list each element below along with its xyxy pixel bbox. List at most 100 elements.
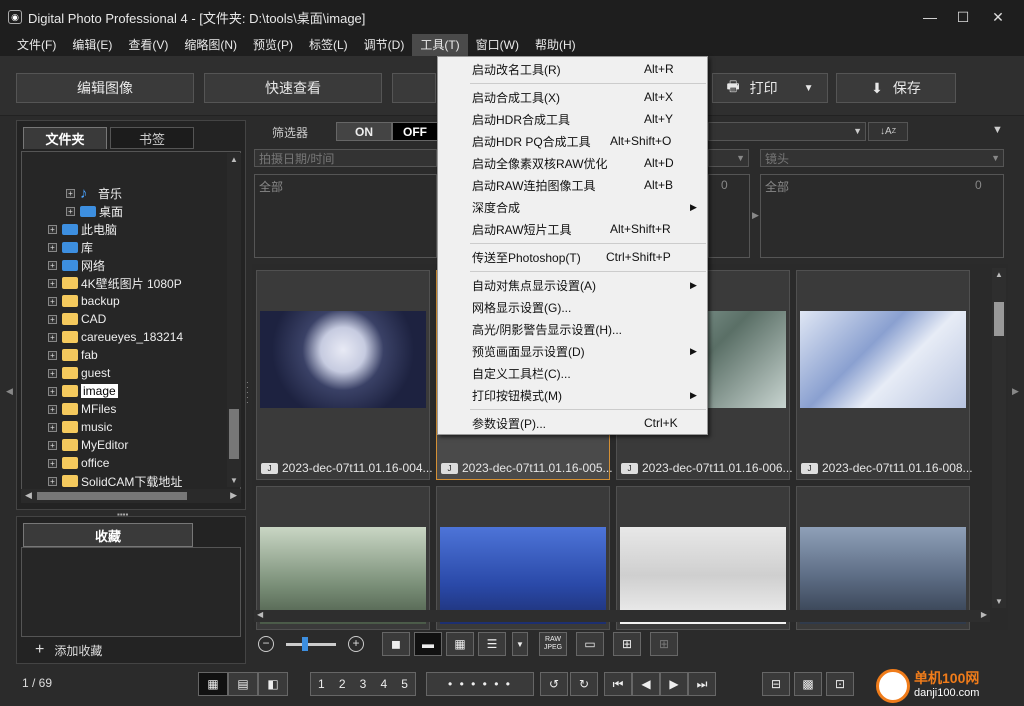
expand-icon[interactable]: + <box>48 476 57 486</box>
print-button[interactable]: 🖶 打印 ▼ <box>712 73 828 103</box>
menu-3[interactable]: 缩略图(N) <box>176 34 245 56</box>
next-image-icon[interactable]: ▶ <box>660 672 688 696</box>
rotate-right-icon[interactable]: ↻ <box>570 672 598 696</box>
layout-preview-icon[interactable]: ▤ <box>228 672 258 696</box>
expand-icon[interactable]: + <box>48 422 57 432</box>
expand-icon[interactable]: + <box>66 206 75 216</box>
vertical-splitter[interactable]: · · · · · <box>246 379 249 407</box>
tools-menu-item[interactable]: 自动对焦点显示设置(A) ▶ <box>438 274 707 296</box>
lens-select[interactable]: 镜头 ▼ <box>760 149 1004 167</box>
expand-icon[interactable]: + <box>48 296 57 306</box>
view-large-icon[interactable]: ◼ <box>382 632 410 656</box>
tree-item[interactable]: + 此电脑 <box>48 220 117 238</box>
tools-menu-item[interactable]: 启动RAW短片工具 Alt+Shift+R <box>438 218 707 240</box>
menu-4[interactable]: 预览(P) <box>245 34 301 56</box>
tree-item[interactable]: + music <box>48 418 112 436</box>
collapse-right-icon[interactable]: ▶ <box>1012 386 1019 397</box>
collapse-left-icon[interactable]: ◀ <box>6 386 13 397</box>
toolbar-button-hidden[interactable] <box>392 73 436 103</box>
filter-list-2[interactable]: 0 <box>708 174 750 258</box>
layout-grid-icon[interactable]: ▦ <box>198 672 228 696</box>
close-button[interactable]: ✕ <box>981 0 1015 34</box>
tree-item[interactable]: +4K壁纸图片 1080P <box>48 274 182 292</box>
fit-screen-icon[interactable]: ⊡ <box>826 672 854 696</box>
tree-item[interactable]: + image <box>48 382 118 400</box>
menu-0[interactable]: 文件(F) <box>9 34 64 56</box>
tools-menu-item[interactable]: 启动RAW连拍图像工具 Alt+B <box>438 174 707 196</box>
expand-icon[interactable]: + <box>48 278 57 288</box>
filter-on-button[interactable]: ON <box>336 122 392 141</box>
quick-view-button[interactable]: 快速查看 <box>204 73 382 103</box>
tools-menu-item[interactable]: 打印按钮模式(M) ▶ <box>438 384 707 406</box>
view-medium-icon[interactable]: ▬ <box>414 632 442 656</box>
view-list-icon[interactable]: ☰ <box>478 632 506 656</box>
layout-split-icon[interactable]: ◧ <box>258 672 288 696</box>
edit-image-button[interactable]: 编辑图像 <box>16 73 194 103</box>
tools-menu-item[interactable]: 网格显示设置(G)... <box>438 296 707 318</box>
tab-bookmarks[interactable]: 书签 <box>110 127 194 149</box>
filter-off-button[interactable]: OFF <box>392 122 438 141</box>
view-small-icon[interactable]: ▦ <box>446 632 474 656</box>
expand-icon[interactable]: + <box>48 224 57 234</box>
image-view-icon[interactable]: ▩ <box>794 672 822 696</box>
expand-icon[interactable]: + <box>48 350 57 360</box>
expand-icon[interactable]: + <box>48 368 57 378</box>
tree-item[interactable]: + CAD <box>48 310 106 328</box>
tools-menu-item[interactable]: 参数设置(P)... Ctrl+K <box>438 412 707 434</box>
thumbnail-card[interactable]: J 2023-dec-07t11.01.16-008... <box>796 270 973 480</box>
first-image-icon[interactable]: ⏮ <box>604 672 632 696</box>
expand-icon[interactable]: + <box>66 188 75 198</box>
tools-menu-item[interactable]: 高光/阴影警告显示设置(H)... <box>438 318 707 340</box>
thumbnail-card[interactable] <box>796 486 970 630</box>
favorites-tab[interactable]: 收藏 <box>23 523 193 547</box>
expand-icon[interactable]: + <box>48 386 57 396</box>
tools-menu-item[interactable]: 预览画面显示设置(D) ▶ <box>438 340 707 362</box>
tree-item[interactable]: + MyEditor <box>48 436 128 454</box>
menu-7[interactable]: 工具(T) <box>412 34 468 56</box>
tools-menu-item[interactable]: 启动HDR PQ合成工具 Alt+Shift+O <box>438 130 707 152</box>
zoom-slider-handle[interactable] <box>302 637 308 651</box>
raw-jpeg-icon[interactable]: RAW JPEG <box>539 632 567 656</box>
tree-item[interactable]: + MFiles <box>48 400 116 418</box>
zoom-slider[interactable] <box>286 643 336 646</box>
expand-icon[interactable]: + <box>48 260 57 270</box>
tree-item[interactable]: + office <box>48 454 109 472</box>
filter-select-2[interactable]: ▼ <box>708 149 749 167</box>
menu-1[interactable]: 编辑(E) <box>64 34 120 56</box>
grid-9-icon[interactable]: ⊞ <box>650 632 678 656</box>
rating-4-button[interactable]: 4 <box>380 677 387 691</box>
tools-menu-item[interactable]: 启动改名工具(R) Alt+R <box>438 58 707 80</box>
tools-menu-item[interactable]: 传送至Photoshop(T) Ctrl+Shift+P <box>438 246 707 268</box>
grid-4-icon[interactable]: ⊞ <box>613 632 641 656</box>
tools-menu-item[interactable]: 自定义工具栏(C)... <box>438 362 707 384</box>
tools-menu-item[interactable]: 启动合成工具(X) Alt+X <box>438 86 707 108</box>
tools-menu-item[interactable]: 深度合成 ▶ <box>438 196 707 218</box>
compare-icon[interactable]: ⊟ <box>762 672 790 696</box>
tree-item[interactable]: + 桌面 <box>66 202 123 220</box>
shot-date-select[interactable]: 拍摄日期/时间 <box>254 149 437 167</box>
grid-scrollbar[interactable]: ▲ ▼ <box>992 268 1006 608</box>
thumbnail-card[interactable] <box>256 486 430 630</box>
tree-item[interactable]: + careueyes_183214 <box>48 328 183 346</box>
thumbnail-card[interactable]: J 2023-dec-07t11.01.16-004... <box>256 270 433 480</box>
menu-8[interactable]: 窗口(W) <box>468 34 527 56</box>
maximize-button[interactable]: ☐ <box>946 0 980 34</box>
tree-item[interactable]: + 网络 <box>48 256 105 274</box>
tree-item[interactable]: + fab <box>48 346 98 364</box>
expand-icon[interactable]: + <box>48 458 57 468</box>
rotate-left-icon[interactable]: ↺ <box>540 672 568 696</box>
tree-item[interactable]: + SolidCAM下载地址 <box>48 472 182 490</box>
thumbnail-card[interactable] <box>436 486 610 630</box>
menu-2[interactable]: 查看(V) <box>120 34 176 56</box>
frame-icon[interactable]: ▭ <box>576 632 604 656</box>
lens-list[interactable]: 全部 0 <box>760 174 1004 258</box>
menu-6[interactable]: 调节(D) <box>356 34 413 56</box>
chevron-down-icon[interactable]: ▼ <box>512 632 528 656</box>
rating-5-button[interactable]: 5 <box>401 677 408 691</box>
tab-folders[interactable]: 文件夹 <box>23 127 107 149</box>
expand-icon[interactable]: + <box>48 404 57 414</box>
sort-select[interactable]: ▼ <box>708 122 866 141</box>
add-favorite-button[interactable]: + 添加收藏 <box>35 641 102 659</box>
expand-icon[interactable]: + <box>48 314 57 324</box>
zoom-in-icon[interactable]: + <box>348 636 364 652</box>
